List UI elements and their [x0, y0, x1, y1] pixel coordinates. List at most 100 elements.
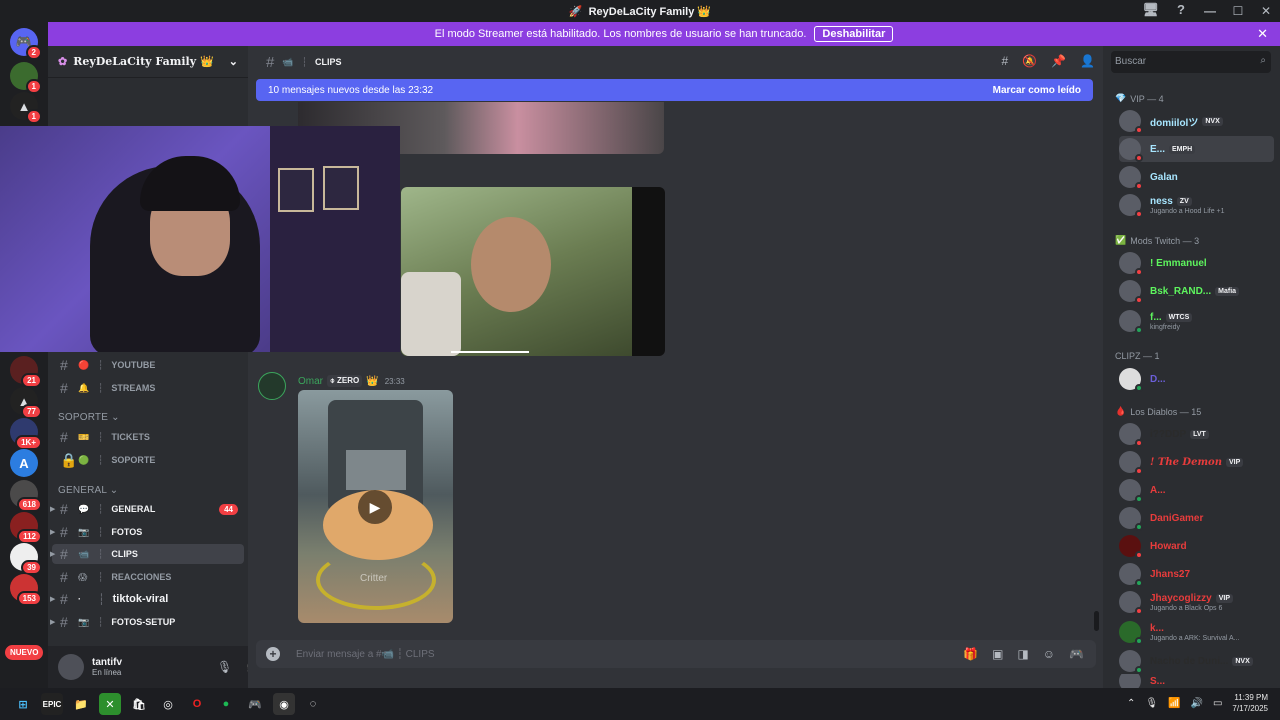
inbox-icon[interactable]: 🖥 [1143, 2, 1160, 18]
guild-icon[interactable]: 39 [10, 543, 42, 575]
discord-logo-icon: 🚀 [568, 5, 583, 18]
server-header[interactable]: ✿ ReyDeLaCity Family 👑 ⌄ [48, 46, 248, 78]
guild-icon[interactable]: 153 [10, 574, 42, 606]
bell-mute-icon[interactable]: 🔕 [1022, 54, 1037, 68]
member-item[interactable]: ! Emmanuel [1119, 250, 1274, 276]
message-author[interactable]: Omar [298, 376, 323, 387]
member-item[interactable]: ! The Demon VIP [1119, 449, 1274, 475]
maximize-button[interactable]: ☐ [1224, 4, 1252, 18]
chrome-icon[interactable]: ◉ [273, 693, 295, 715]
threads-icon[interactable]: # [1001, 54, 1008, 68]
channel-streams[interactable]: # 🔔 ┆ STREAMS [52, 378, 244, 398]
channel-soporte[interactable]: 🔒 🟢 ┆ SOPORTE [52, 450, 244, 470]
member-item[interactable]: f... WTCS kingfreidy [1119, 308, 1274, 334]
member-item[interactable]: Galan [1119, 164, 1274, 190]
gift-icon[interactable]: 🎁 [963, 647, 978, 661]
member-item[interactable]: ness ZV Jugando a Hood Life +1 [1119, 192, 1274, 218]
close-icon[interactable]: ✕ [1257, 26, 1268, 42]
search-icon: ⌕ [1260, 55, 1266, 66]
spotify-icon[interactable]: ● [215, 693, 237, 715]
emoji-icon[interactable]: ☺ [1043, 647, 1055, 661]
channel-fotos-setup[interactable]: ▶ # 📷 ┆ FOTOS-SETUP [50, 612, 244, 632]
guild-icon[interactable]: ▲ 1 [10, 92, 42, 124]
channel-clips[interactable]: ▶ # 📹 ┆ CLIPS [50, 544, 244, 564]
gif-icon[interactable]: ▣ [992, 647, 1003, 661]
channel-label: tiktok-viral [112, 593, 169, 605]
category-general[interactable]: GENERAL ⌄ [58, 485, 118, 496]
attachment-video[interactable] [401, 187, 665, 356]
obs-icon[interactable]: ◎ [157, 693, 179, 715]
pin-icon[interactable]: 📌 [1051, 54, 1066, 68]
file-explorer-icon[interactable]: 📁 [70, 693, 92, 715]
guild-icon[interactable]: 112 [10, 512, 42, 544]
disable-streamer-button[interactable]: Deshabilitar [814, 26, 894, 42]
group-label: CLIPZ — 1 [1115, 351, 1160, 361]
help-icon[interactable]: ? [1177, 2, 1185, 18]
new-messages-bar[interactable]: 10 mensajes nuevos desde las 23:32 Marca… [256, 79, 1093, 101]
guild-home[interactable]: 🎮 2 [10, 28, 42, 60]
microphone-icon[interactable]: 🎙 [217, 660, 232, 674]
clock[interactable]: 11:39 PM 7/17/2025 [1232, 692, 1268, 714]
wifi-icon[interactable]: 📶 [1168, 698, 1180, 709]
composer-placeholder[interactable]: Enviar mensaje a #📹 ┆ CLIPS [296, 649, 435, 660]
window-title: ReyDeLaCity Family 👑 [588, 5, 712, 18]
channel-reacciones[interactable]: # 😱 ┆ REACCIONES [52, 567, 244, 587]
channel-youtube[interactable]: # 🔴 ┆ YOUTUBE [52, 355, 244, 375]
avatar[interactable] [258, 372, 286, 400]
member-item[interactable]: E... EMPH [1119, 136, 1274, 162]
chevron-down-icon[interactable]: ⌄ [229, 55, 238, 68]
app-icon[interactable]: ◌ [302, 693, 324, 715]
guild-icon[interactable]: 21 [10, 356, 42, 388]
scrollbar[interactable] [1094, 611, 1099, 631]
member-item[interactable]: DaniGamer [1119, 505, 1274, 531]
member-item[interactable]: D... [1119, 366, 1274, 392]
new-badge[interactable]: NUEVO [5, 645, 44, 660]
category-soporte[interactable]: SOPORTE ⌄ [58, 412, 120, 423]
add-attachment-button[interactable]: + [266, 647, 280, 661]
message-composer[interactable]: + Enviar mensaje a #📹 ┆ CLIPS 🎁 ▣ ◨ ☺ 🎮 [256, 640, 1096, 668]
member-item[interactable]: Jhans27 [1119, 561, 1274, 587]
channel-tickets[interactable]: # 🎫 ┆ TICKETS [52, 427, 244, 447]
member-item[interactable]: Bsk_RAND... Mafia [1119, 278, 1274, 304]
store-icon[interactable]: 🛍 [128, 693, 150, 715]
channel-fotos[interactable]: ▶ # 📷 ┆ FOTOS [50, 522, 244, 542]
xbox-icon[interactable]: ✕ [99, 693, 121, 715]
member-item[interactable]: Nacho de Duni... NVX [1119, 648, 1274, 674]
play-icon[interactable]: ▶ [358, 490, 392, 524]
volume-icon[interactable]: 🔊 [1191, 698, 1203, 709]
title-bar: 🚀 ReyDeLaCity Family 👑 🖥 ? — ☐ ✕ [0, 0, 1280, 22]
guild-icon[interactable]: 1 [10, 62, 42, 94]
member-item[interactable]: k... Jugando a ARK: Survival A... [1119, 619, 1274, 645]
member-item[interactable]: domiilolツ NVX [1119, 108, 1274, 134]
epic-games-icon[interactable]: EPIC [41, 693, 63, 715]
apps-icon[interactable]: 🎮 [1069, 647, 1084, 661]
sticker-icon[interactable]: ◨ [1017, 647, 1028, 661]
video-attachment[interactable]: ▶ Critter [298, 390, 453, 623]
mic-tray-icon[interactable]: 🎙 [1145, 698, 1158, 709]
member-item[interactable]: Jhaycoglizzy VIP Jugando a Black Ops 6 [1119, 589, 1274, 615]
member-item[interactable]: i??DDP LVT [1119, 421, 1274, 447]
windows-start-icon[interactable]: ⊞ [12, 693, 34, 715]
channel-emoji: 📹 [282, 56, 294, 67]
discord-taskbar-icon[interactable]: 🎮 [244, 693, 266, 715]
channel-tiktok-viral[interactable]: ▶ # · ┆ tiktok-viral [50, 589, 244, 609]
member-item[interactable]: S... [1119, 674, 1274, 688]
member-item[interactable]: A... [1119, 477, 1274, 503]
guild-icon[interactable]: 618 [10, 480, 42, 512]
close-window-button[interactable]: ✕ [1252, 4, 1280, 18]
channel-general[interactable]: ▶ # 💬 ┆ GENERAL 44 [50, 499, 244, 519]
minimize-button[interactable]: — [1196, 4, 1224, 18]
search-input[interactable]: Buscar ⌕ [1111, 51, 1271, 73]
guild-icon[interactable]: A [10, 449, 38, 477]
mark-as-read-button[interactable]: Marcar como leído [993, 85, 1081, 96]
chevron-up-icon[interactable]: ⌃ [1127, 698, 1135, 709]
member-item[interactable]: Howard [1119, 533, 1274, 559]
avatar[interactable] [58, 654, 84, 680]
video-grill [346, 450, 406, 490]
opera-icon[interactable]: O [186, 693, 208, 715]
guild-icon[interactable]: 1K+ [10, 418, 42, 450]
members-icon[interactable]: 👤 [1080, 54, 1095, 68]
battery-icon[interactable]: ▭ [1213, 698, 1222, 709]
guild-icon[interactable]: ▲ 77 [10, 387, 42, 419]
header-toolbar: # 🔕 📌 👤 [1001, 54, 1095, 68]
